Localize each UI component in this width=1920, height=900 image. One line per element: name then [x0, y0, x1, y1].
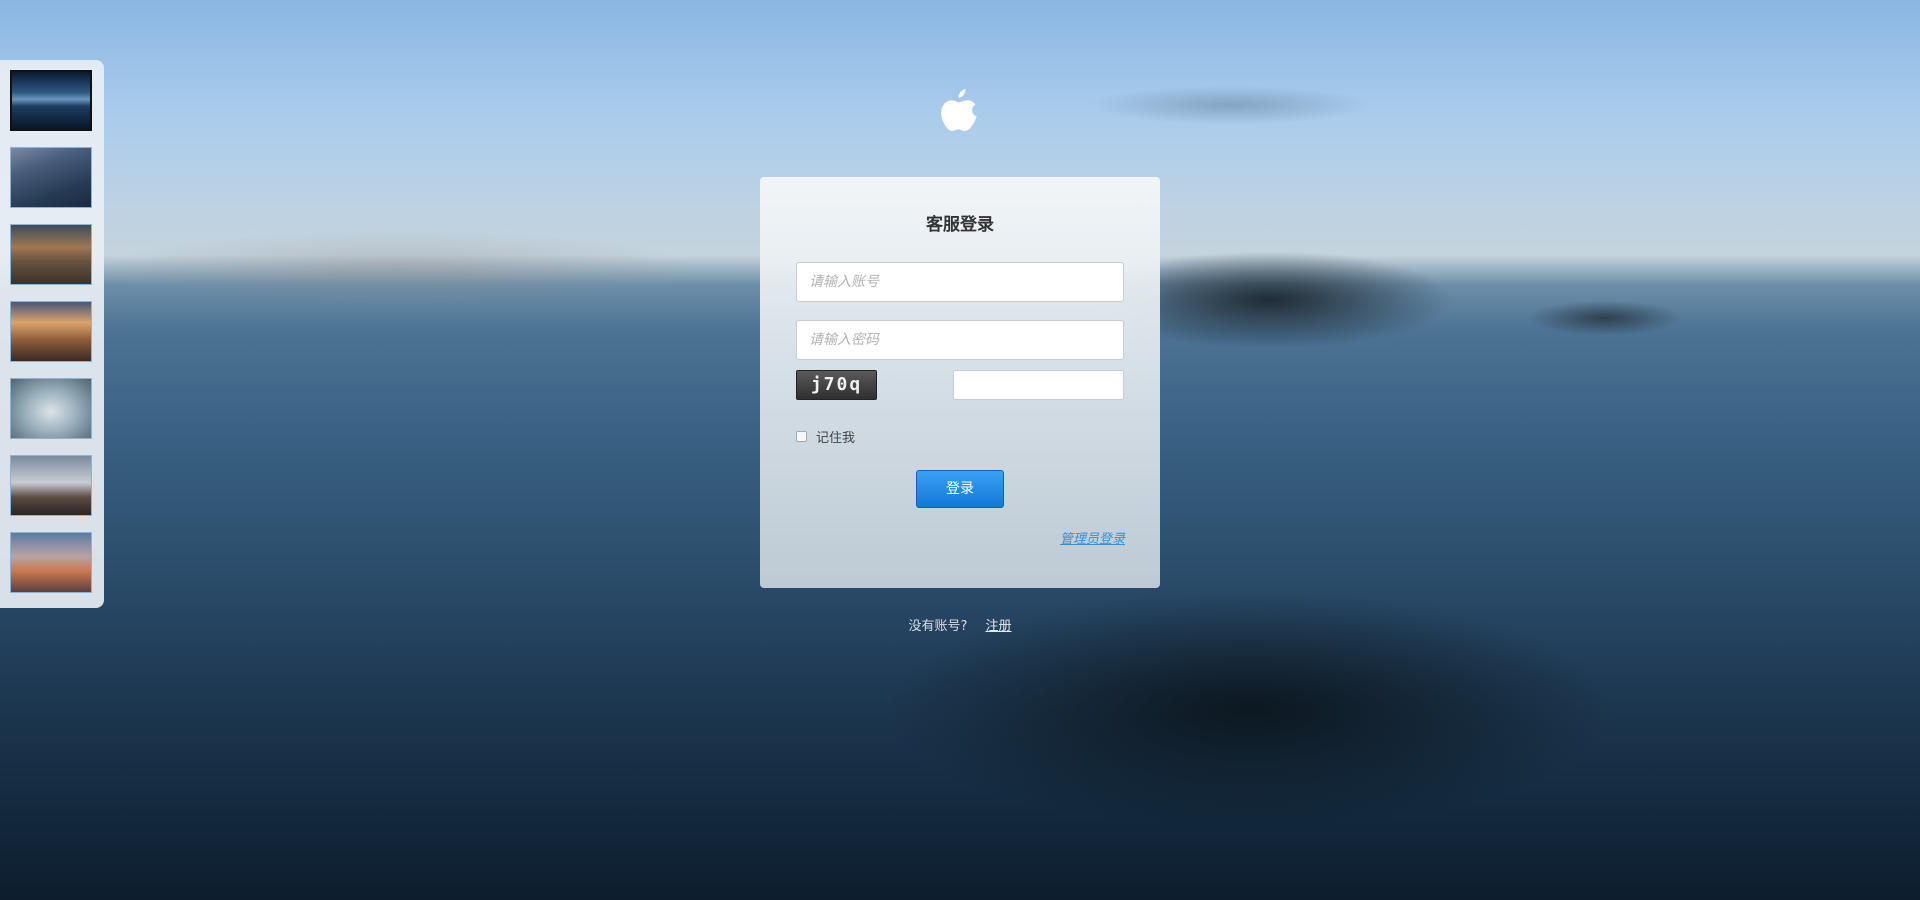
apple-icon	[939, 87, 979, 135]
captcha-image[interactable]: j70q	[796, 370, 877, 400]
wallpaper-thumbnail-bar	[0, 60, 104, 608]
thumbnail-sunset-mountain[interactable]	[10, 224, 92, 285]
thumbnail-waterfall[interactable]	[10, 455, 92, 516]
register-prompt: 没有账号? 注册	[0, 615, 1920, 634]
thumbnail-lake-island[interactable]	[10, 70, 92, 131]
register-link[interactable]: 注册	[986, 619, 1012, 634]
login-button[interactable]: 登录	[916, 470, 1004, 508]
thumbnail-cloud-wave[interactable]	[10, 378, 92, 439]
login-title: 客服登录	[926, 215, 994, 235]
admin-login-link[interactable]: 管理员登录	[1060, 528, 1125, 547]
thumbnail-evening-sky[interactable]	[10, 532, 92, 593]
login-panel: 客服登录 j70q 记住我 登录 管理员登录	[760, 177, 1160, 588]
password-input[interactable]	[796, 320, 1124, 360]
remember-label: 记住我	[816, 431, 856, 446]
thumbnail-desert-sunset[interactable]	[10, 301, 92, 362]
account-input[interactable]	[796, 262, 1124, 302]
remember-checkbox[interactable]	[796, 431, 807, 442]
thumbnail-night-sky[interactable]	[10, 147, 92, 208]
no-account-text: 没有账号?	[908, 619, 968, 634]
captcha-input[interactable]	[953, 370, 1124, 400]
remember-me[interactable]: 记住我	[796, 427, 855, 446]
